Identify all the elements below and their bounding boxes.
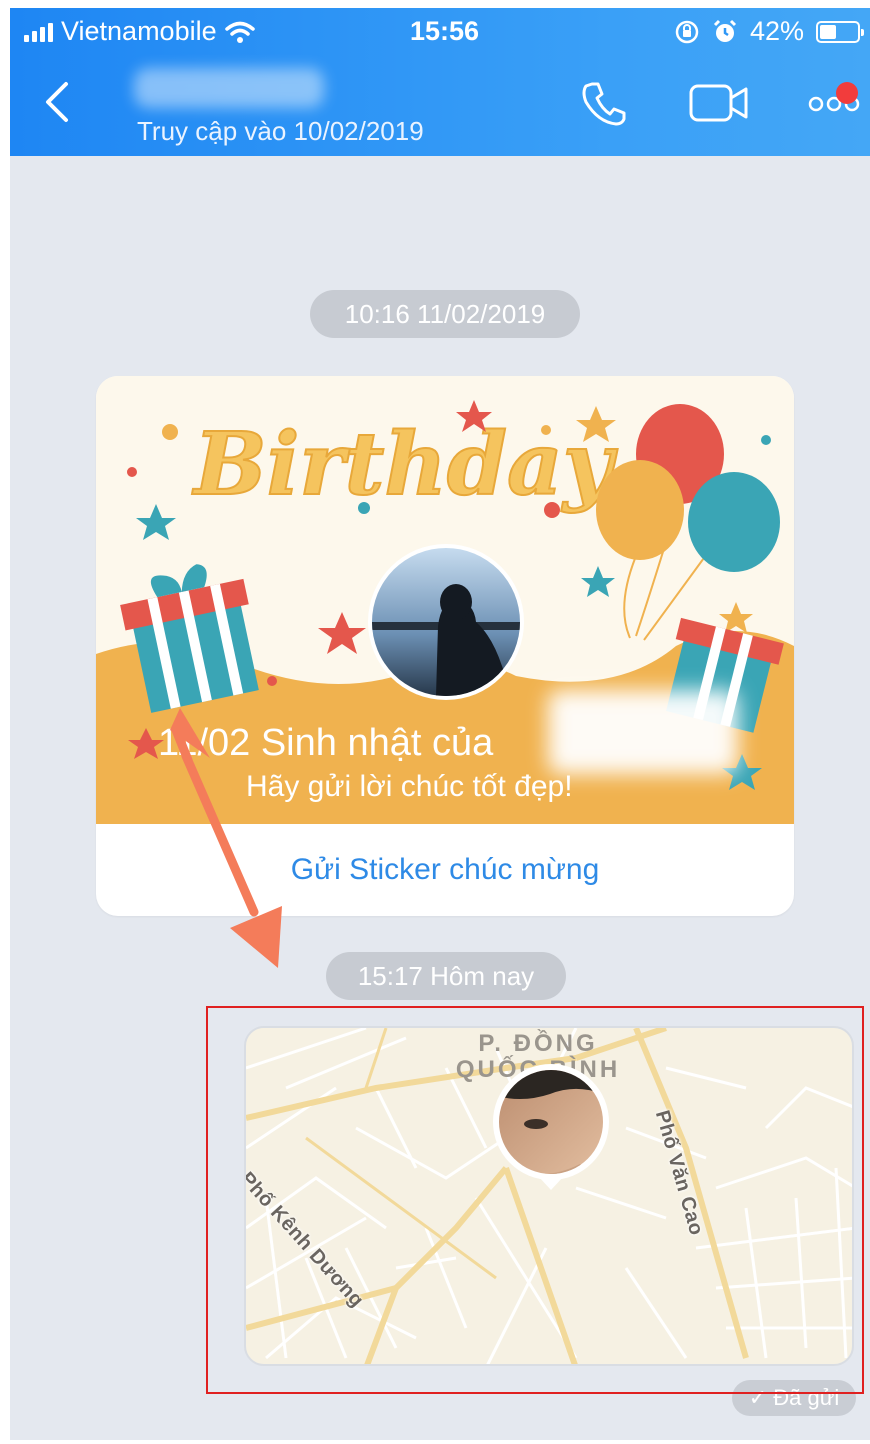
wifi-icon [224, 21, 255, 43]
notification-dot [836, 82, 858, 104]
contact-name-blurred[interactable] [134, 68, 324, 108]
video-call-icon[interactable] [688, 78, 750, 128]
phone-icon[interactable] [578, 78, 628, 128]
birthday-line1: 11/02 Sinh nhật của [158, 722, 494, 764]
chat-screen: Vietnamobile 15:56 42% Truy cập vào 10/0… [10, 8, 870, 1440]
battery-icon [816, 20, 864, 43]
chevron-left-icon[interactable] [38, 80, 78, 124]
status-right: 42% [674, 16, 864, 47]
timestamp-pill: 10:16 11/02/2019 [310, 290, 580, 338]
status-time: 15:56 [410, 16, 480, 46]
rotation-lock-icon [675, 20, 699, 43]
birthday-card: Birthday 11/02 Sinh nhật của Hãy gửi lời… [96, 376, 794, 916]
send-sticker-button[interactable]: Gửi Sticker chúc mừng [96, 824, 794, 916]
last-seen-status: Truy cập vào 10/02/2019 [137, 116, 424, 146]
birthday-line2: Hãy gửi lời chúc tốt đẹp! [246, 770, 573, 803]
signal-bars-icon [24, 22, 53, 42]
birthday-title-art: Birthday [191, 414, 618, 515]
alarm-icon [713, 19, 737, 42]
status-carrier: Vietnamobile [24, 16, 255, 47]
carrier-name: Vietnamobile [61, 16, 217, 46]
annotation-highlight-box [206, 1006, 864, 1394]
header-bar: Vietnamobile 15:56 42% Truy cập vào 10/0… [10, 8, 870, 156]
recipient-name-blurred [548, 690, 738, 774]
timestamp-pill-today: 15:17 Hôm nay [326, 952, 566, 1000]
battery-percent: 42% [749, 16, 804, 46]
